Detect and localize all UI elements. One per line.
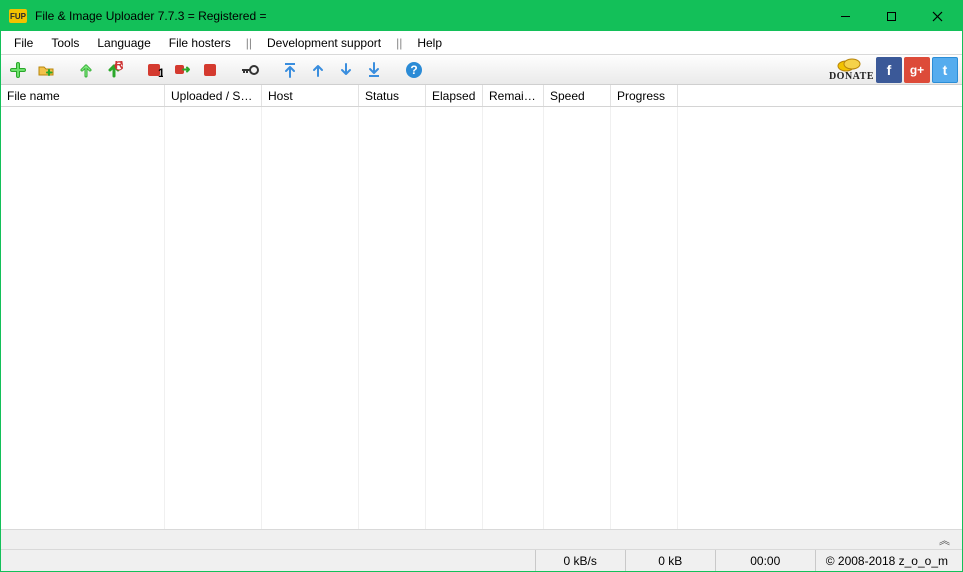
expand-chevron-icon[interactable]: ︽ xyxy=(927,532,962,548)
status-speed: 0 kB/s xyxy=(535,550,625,571)
window-title: File & Image Uploader 7.7.3 = Registered… xyxy=(35,9,266,23)
col-uploaded[interactable]: Uploaded / Size xyxy=(165,85,262,106)
status-credits: © 2008-2018 z_o_o_m xyxy=(815,550,962,571)
table-header: File name Uploaded / Size Host Status El… xyxy=(1,85,962,107)
col-filler xyxy=(678,85,962,106)
svg-text:R: R xyxy=(115,61,123,72)
add-folder-button[interactable] xyxy=(33,57,59,83)
facebook-icon[interactable]: f xyxy=(876,57,902,83)
add-file-button[interactable] xyxy=(5,57,31,83)
menu-separator: || xyxy=(240,36,258,50)
key-button[interactable] xyxy=(237,57,263,83)
col-remaining[interactable]: Remain… xyxy=(483,85,544,106)
twitter-icon[interactable]: t xyxy=(932,57,958,83)
cancel-button[interactable] xyxy=(169,57,195,83)
window-controls xyxy=(822,1,960,31)
svg-text:1: 1 xyxy=(158,66,163,79)
col-elapsed[interactable]: Elapsed xyxy=(426,85,483,106)
col-status[interactable]: Status xyxy=(359,85,426,106)
toolbar: R 1 ? xyxy=(1,55,962,85)
app-window: FUP File & Image Uploader 7.7.3 = Regist… xyxy=(0,0,963,572)
statusbar: 0 kB/s 0 kB 00:00 © 2008-2018 z_o_o_m xyxy=(1,549,962,571)
app-icon: FUP xyxy=(9,9,27,23)
svg-text:?: ? xyxy=(410,63,417,77)
remove-all-button[interactable] xyxy=(197,57,223,83)
status-size: 0 kB xyxy=(625,550,715,571)
googleplus-icon[interactable]: g+ xyxy=(904,57,930,83)
col-filename[interactable]: File name xyxy=(1,85,165,106)
close-button[interactable] xyxy=(914,1,960,31)
file-table[interactable]: File name Uploaded / Size Host Status El… xyxy=(1,85,962,529)
menu-separator: || xyxy=(390,36,408,50)
col-speed[interactable]: Speed xyxy=(544,85,611,106)
col-progress[interactable]: Progress xyxy=(611,85,678,106)
upload-button[interactable] xyxy=(73,57,99,83)
menu-filehosters[interactable]: File hosters xyxy=(160,33,240,53)
donate-area: DONATE f g+ t xyxy=(829,57,958,83)
move-bottom-button[interactable] xyxy=(361,57,387,83)
help-button[interactable]: ? xyxy=(401,57,427,83)
col-host[interactable]: Host xyxy=(262,85,359,106)
move-top-button[interactable] xyxy=(277,57,303,83)
remove-button[interactable]: 1 xyxy=(141,57,167,83)
table-body[interactable] xyxy=(1,107,962,529)
menu-devsupport[interactable]: Development support xyxy=(258,33,390,53)
menu-help[interactable]: Help xyxy=(408,33,451,53)
move-down-button[interactable] xyxy=(333,57,359,83)
menu-file[interactable]: File xyxy=(5,33,42,53)
status-time: 00:00 xyxy=(715,550,815,571)
donate-button[interactable]: DONATE xyxy=(829,57,874,82)
minimize-button[interactable] xyxy=(822,1,868,31)
menu-language[interactable]: Language xyxy=(88,33,159,53)
expander-strip: ︽ xyxy=(1,529,962,549)
menu-tools[interactable]: Tools xyxy=(42,33,88,53)
menubar: File Tools Language File hosters || Deve… xyxy=(1,31,962,55)
donate-label: DONATE xyxy=(829,72,874,82)
move-up-button[interactable] xyxy=(305,57,331,83)
maximize-button[interactable] xyxy=(868,1,914,31)
titlebar: FUP File & Image Uploader 7.7.3 = Regist… xyxy=(1,1,962,31)
reupload-button[interactable]: R xyxy=(101,57,127,83)
